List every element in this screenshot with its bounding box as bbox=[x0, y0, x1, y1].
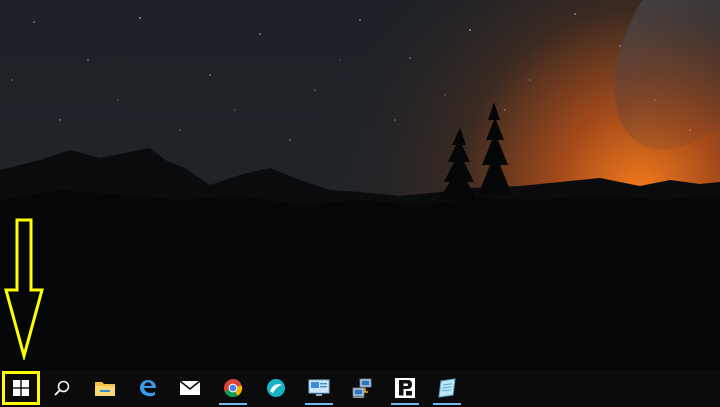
search-button[interactable] bbox=[45, 371, 79, 405]
taskbar-p-app[interactable] bbox=[388, 371, 422, 405]
mail-icon bbox=[179, 380, 201, 395]
taskbar-network-connections[interactable] bbox=[345, 371, 379, 405]
notepad-icon bbox=[438, 378, 456, 398]
taskbar-chrome[interactable] bbox=[216, 371, 250, 405]
taskbar-teal-app[interactable] bbox=[259, 371, 293, 405]
search-icon bbox=[54, 380, 70, 396]
chrome-icon bbox=[224, 379, 243, 398]
remote-desktop-icon bbox=[308, 379, 330, 396]
taskbar-mail[interactable] bbox=[173, 371, 207, 405]
desktop-wallpaper bbox=[0, 0, 720, 370]
start-button[interactable] bbox=[2, 371, 40, 405]
taskbar-file-explorer[interactable] bbox=[88, 371, 122, 405]
windows-logo-icon bbox=[13, 380, 29, 396]
taskbar-remote-desktop[interactable] bbox=[302, 371, 336, 405]
taskbar-notepad[interactable] bbox=[430, 371, 464, 405]
wallpaper-image bbox=[0, 0, 720, 370]
file-explorer-icon bbox=[95, 382, 115, 396]
app-p-icon bbox=[395, 378, 415, 398]
down-arrow-annotation bbox=[4, 218, 44, 360]
edge-icon bbox=[140, 380, 156, 397]
taskbar-edge[interactable] bbox=[131, 371, 165, 405]
network-connections-icon bbox=[352, 378, 372, 398]
app-teal-swirl-icon bbox=[267, 379, 285, 397]
